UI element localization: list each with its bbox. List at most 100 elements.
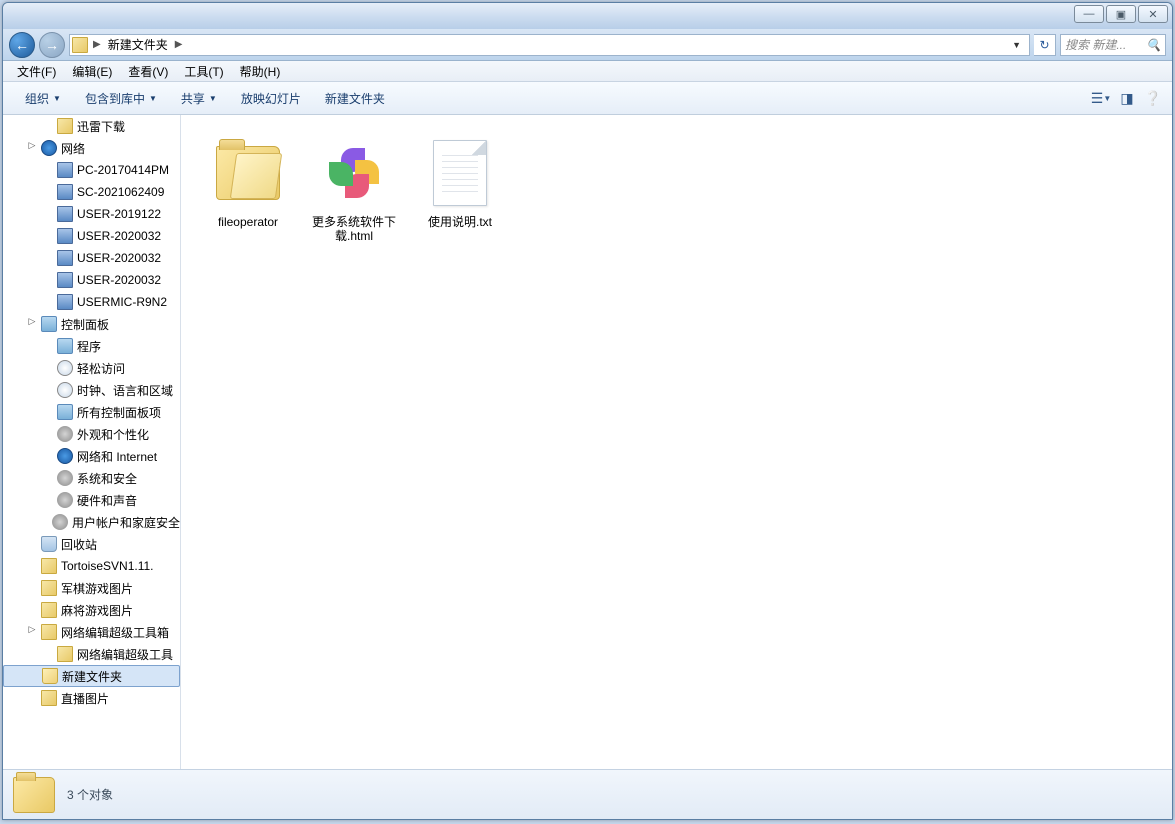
cpl-icon (57, 338, 73, 354)
breadcrumb[interactable]: ▶ 新建文件夹 ▶ ▼ (69, 34, 1030, 56)
sidebar-item[interactable]: USER-2020032 (3, 269, 180, 291)
folder-icon (41, 580, 57, 596)
sidebar-item[interactable]: 时钟、语言和区域 (3, 379, 180, 401)
folder-icon (41, 624, 57, 640)
new-folder-button[interactable]: 新建文件夹 (313, 86, 397, 111)
sidebar-item[interactable]: 硬件和声音 (3, 489, 180, 511)
sidebar-item[interactable]: 新建文件夹 (3, 665, 180, 687)
view-options-button[interactable]: ☰ ▼ (1092, 89, 1110, 107)
help-button[interactable]: ❔ (1144, 89, 1162, 107)
pc-icon (57, 184, 73, 200)
sidebar-item-label: 新建文件夹 (62, 668, 122, 685)
include-in-library-button[interactable]: 包含到库中▼ (73, 86, 169, 111)
minimize-button[interactable]: — (1074, 5, 1104, 23)
sidebar-item-label: USERMIC-R9N2 (77, 295, 167, 309)
file-item[interactable]: 更多系统软件下载.html (301, 129, 407, 249)
sidebar-item[interactable]: ▷网络 (3, 137, 180, 159)
sidebar-item[interactable]: 系统和安全 (3, 467, 180, 489)
sidebar-item[interactable]: SC-2021062409 (3, 181, 180, 203)
sidebar-item[interactable]: PC-20170414PM (3, 159, 180, 181)
sidebar-item[interactable]: USER-2020032 (3, 247, 180, 269)
slideshow-button[interactable]: 放映幻灯片 (229, 86, 313, 111)
chevron-down-icon[interactable]: ▼ (1006, 40, 1027, 50)
chevron-down-icon: ▼ (53, 94, 61, 103)
html-icon (327, 146, 381, 200)
sidebar-item-label: 所有控制面板项 (77, 404, 161, 421)
sidebar-item-label: 外观和个性化 (77, 426, 149, 443)
file-item[interactable]: fileoperator (195, 129, 301, 249)
address-bar-row: ← → ▶ 新建文件夹 ▶ ▼ ↻ 搜索 新建... 🔍 (3, 29, 1172, 61)
sidebar-item-label: USER-2020032 (77, 251, 161, 265)
sidebar-item-label: 程序 (77, 338, 101, 355)
share-button[interactable]: 共享▼ (169, 86, 229, 111)
pc-icon (57, 206, 73, 222)
gear-icon (57, 492, 73, 508)
sidebar-item[interactable]: TortoiseSVN1.11. (3, 555, 180, 577)
gear-icon (57, 470, 73, 486)
sidebar-item-label: 用户帐户和家庭安全 (72, 514, 180, 531)
menu-edit[interactable]: 编辑(E) (64, 61, 120, 82)
sidebar-item-label: 直播图片 (61, 690, 109, 707)
expand-icon[interactable]: ▷ (27, 624, 37, 640)
status-bar: 3 个对象 (3, 769, 1172, 819)
sidebar-item[interactable]: 用户帐户和家庭安全 (3, 511, 180, 533)
pc-icon (57, 272, 73, 288)
status-text: 3 个对象 (67, 786, 113, 803)
sidebar-item[interactable]: 军棋游戏图片 (3, 577, 180, 599)
organize-button[interactable]: 组织▼ (13, 86, 73, 111)
chevron-right-icon[interactable]: ▶ (172, 39, 186, 50)
sidebar-item[interactable]: 程序 (3, 335, 180, 357)
folder-icon (13, 777, 55, 813)
sidebar-item[interactable]: 轻松访问 (3, 357, 180, 379)
menu-view[interactable]: 查看(V) (120, 61, 176, 82)
sidebar-item[interactable]: USER-2019122 (3, 203, 180, 225)
expand-icon[interactable]: ▷ (27, 140, 37, 156)
chevron-right-icon[interactable]: ▶ (90, 39, 104, 50)
sidebar-item[interactable]: 所有控制面板项 (3, 401, 180, 423)
sidebar-item[interactable]: ▷ 网络编辑超级工具箱 (3, 621, 180, 643)
back-button[interactable]: ← (9, 32, 35, 58)
sidebar-item-label: 硬件和声音 (77, 492, 137, 509)
command-bar: 组织▼ 包含到库中▼ 共享▼ 放映幻灯片 新建文件夹 ☰ ▼ ◨ ❔ (3, 82, 1172, 115)
sidebar-item[interactable]: 直播图片 (3, 687, 180, 709)
sidebar-item-label: 系统和安全 (77, 470, 137, 487)
search-input[interactable]: 搜索 新建... 🔍 (1060, 34, 1166, 56)
sidebar-item[interactable]: ▷ 控制面板 (3, 313, 180, 335)
sidebar-item[interactable]: 网络和 Internet (3, 445, 180, 467)
sidebar-item[interactable]: 网络编辑超级工具 (3, 643, 180, 665)
cpl-icon (57, 404, 73, 420)
sidebar-item-label: 麻将游戏图片 (61, 602, 133, 619)
file-list[interactable]: fileoperator 更多系统软件下载.html 使用说明.txt (181, 115, 1172, 769)
cpl-icon (41, 316, 57, 332)
menu-file[interactable]: 文件(F) (9, 61, 64, 82)
sidebar-item[interactable]: 回收站 (3, 533, 180, 555)
file-label: 使用说明.txt (428, 215, 492, 229)
close-button[interactable]: ✕ (1138, 5, 1168, 23)
preview-pane-button[interactable]: ◨ (1118, 89, 1136, 107)
sidebar-item[interactable]: USERMIC-R9N2 (3, 291, 180, 313)
breadcrumb-current[interactable]: 新建文件夹 (106, 36, 170, 53)
pc-icon (57, 162, 73, 178)
expand-icon[interactable]: ▷ (27, 316, 37, 332)
file-label: fileoperator (218, 215, 278, 229)
refresh-button[interactable]: ↻ (1034, 34, 1056, 56)
maximize-button[interactable]: ▣ (1106, 5, 1136, 23)
navigation-pane[interactable]: 迅雷下载▷网络PC-20170414PMSC-2021062409USER-20… (3, 115, 181, 769)
net-icon (57, 448, 73, 464)
txt-icon (433, 140, 487, 206)
sidebar-item[interactable]: 外观和个性化 (3, 423, 180, 445)
menu-tools[interactable]: 工具(T) (176, 61, 231, 82)
sidebar-item-label: 网络编辑超级工具箱 (61, 624, 169, 641)
gear-icon (52, 514, 68, 530)
file-item[interactable]: 使用说明.txt (407, 129, 513, 249)
search-icon: 🔍 (1146, 38, 1161, 52)
gear-icon (57, 426, 73, 442)
menu-help[interactable]: 帮助(H) (232, 61, 289, 82)
sidebar-item[interactable]: 麻将游戏图片 (3, 599, 180, 621)
net-icon (41, 140, 57, 156)
sidebar-item[interactable]: 迅雷下载 (3, 115, 180, 137)
forward-button[interactable]: → (39, 32, 65, 58)
explorer-window: — ▣ ✕ ← → ▶ 新建文件夹 ▶ ▼ ↻ 搜索 新建... 🔍 文件(F)… (2, 2, 1173, 820)
sidebar-item-label: 控制面板 (61, 316, 109, 333)
sidebar-item[interactable]: USER-2020032 (3, 225, 180, 247)
